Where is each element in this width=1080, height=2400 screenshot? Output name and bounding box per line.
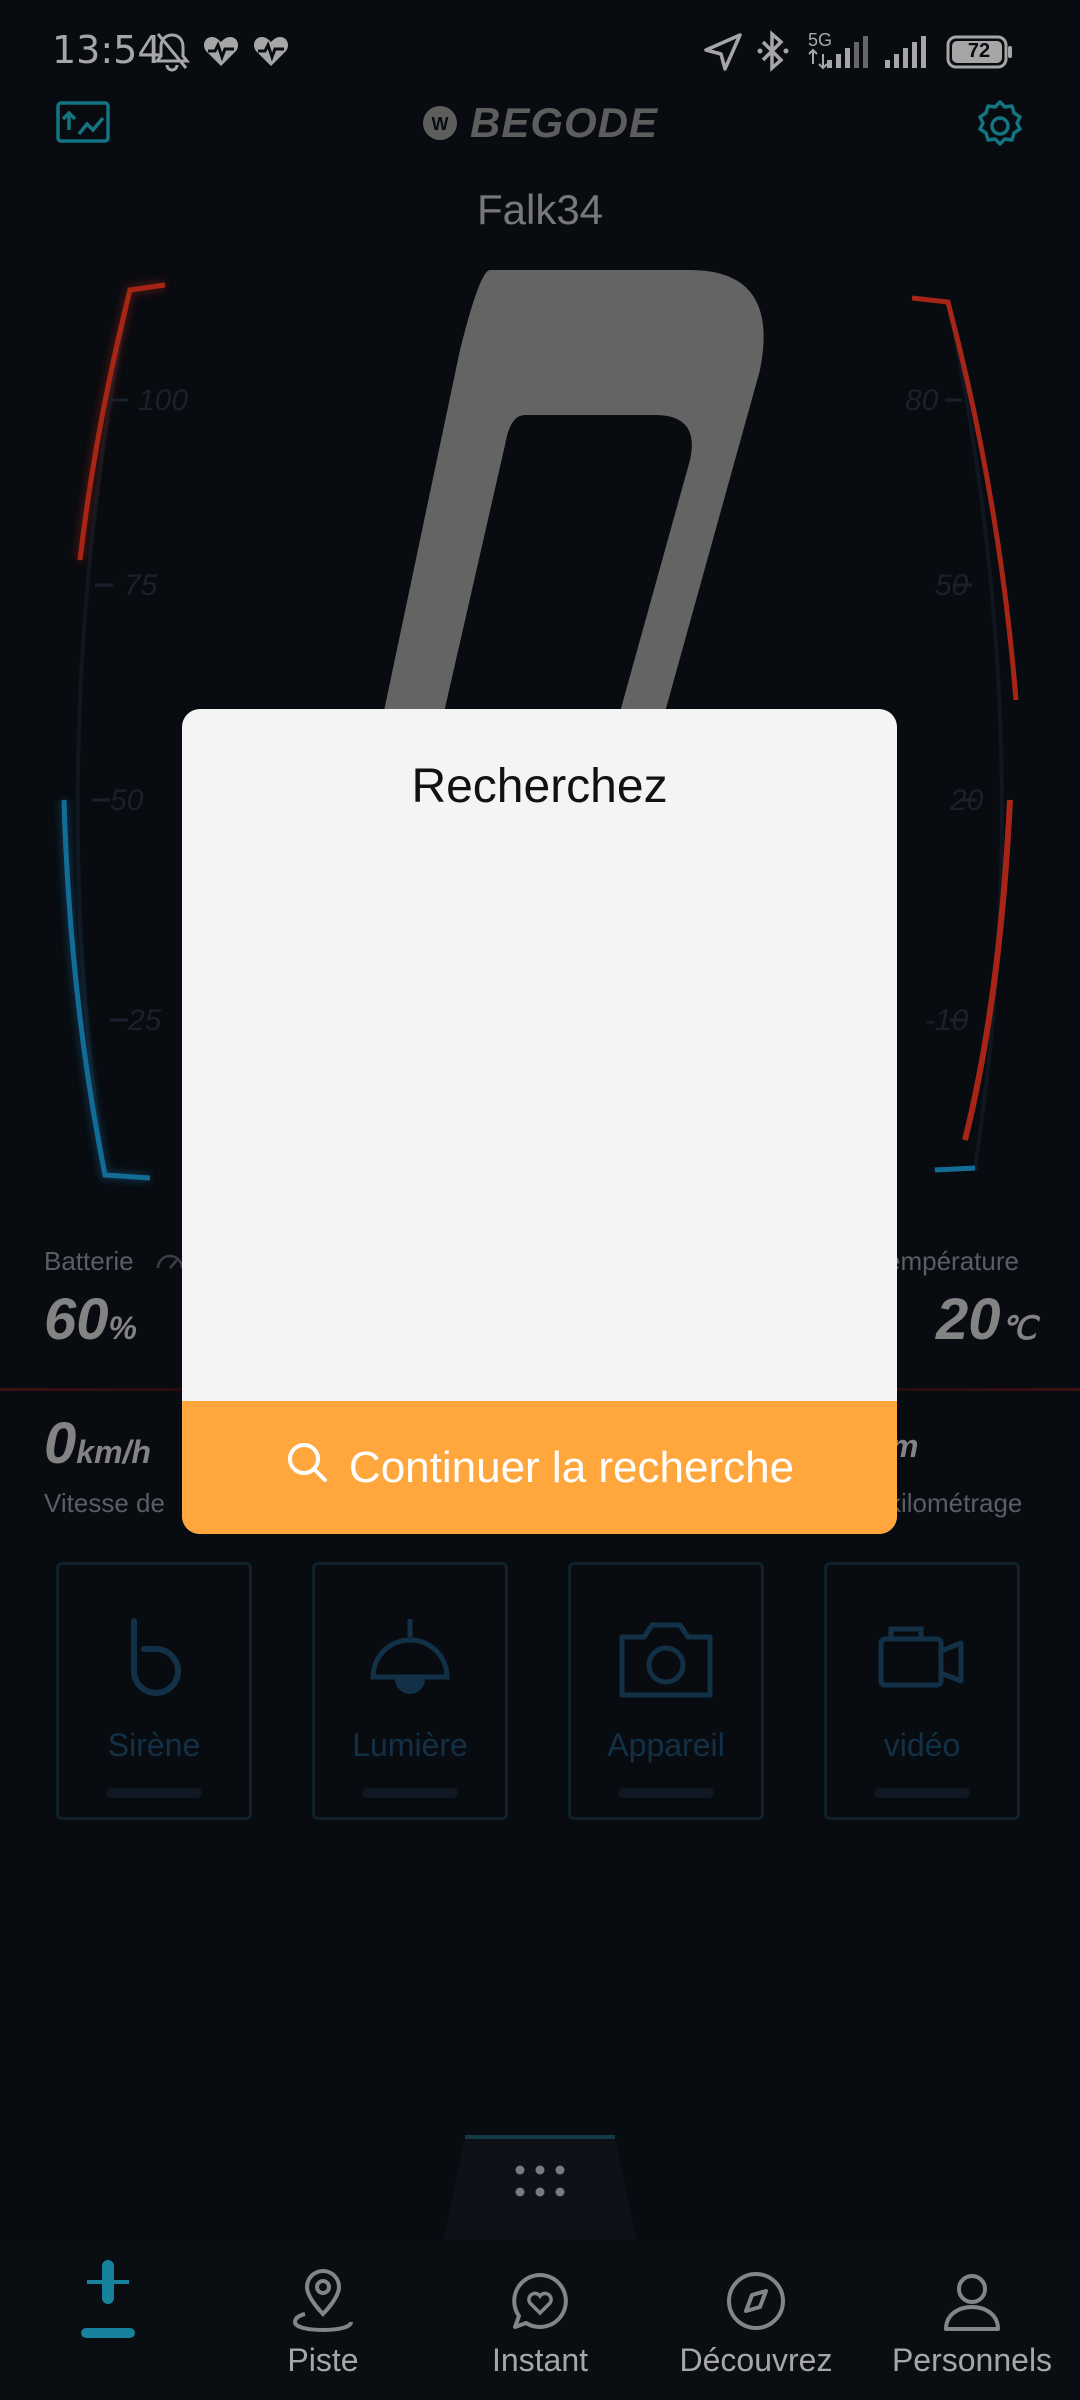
continue-search-button[interactable]: Continuer la recherche [182, 1401, 897, 1534]
search-icon [285, 1440, 329, 1495]
search-dialog: Recherchez Continuer la recherche [182, 709, 897, 1534]
continue-search-label: Continuer la recherche [348, 1442, 795, 1492]
dialog-title: Recherchez [411, 760, 668, 813]
